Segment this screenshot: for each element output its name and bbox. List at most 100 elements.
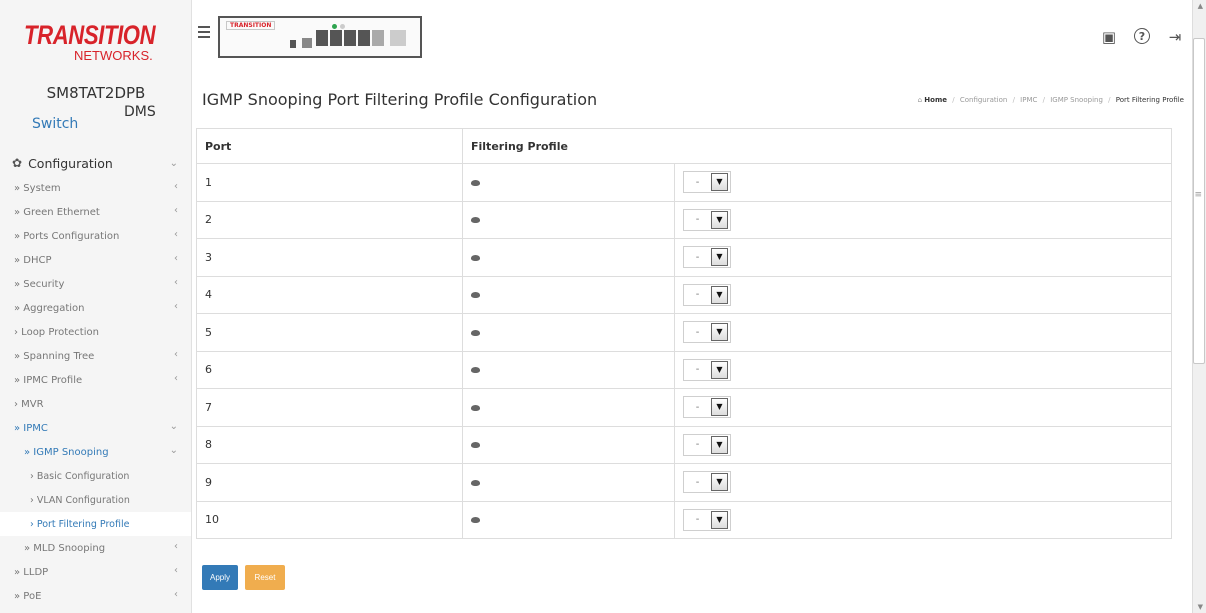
- sidebar-item[interactable]: » IGMP Snooping ⌄: [0, 440, 191, 464]
- apply-button[interactable]: Apply: [202, 565, 238, 590]
- table-row: 10 - ▼: [196, 500, 1172, 539]
- port-number: 8: [196, 425, 463, 464]
- dropdown-arrow-icon[interactable]: ▼: [711, 323, 728, 342]
- sidebar-item-label: › VLAN Configuration: [30, 494, 130, 506]
- filtering-profile-select[interactable]: - ▼: [683, 283, 731, 306]
- menu-section-label: Configuration: [28, 155, 113, 171]
- breadcrumb-igmp-snooping[interactable]: IGMP Snooping: [1050, 96, 1103, 104]
- filtering-profile-select[interactable]: - ▼: [683, 433, 731, 456]
- view-profile-icon[interactable]: [471, 217, 480, 224]
- dropdown-arrow-icon[interactable]: ▼: [711, 435, 728, 454]
- view-profile-icon[interactable]: [471, 329, 480, 336]
- scrollbar-thumb[interactable]: [1193, 38, 1205, 364]
- profile-select-cell: - ▼: [674, 388, 1172, 427]
- device-name: SM8TAT2DPB: [46, 84, 146, 102]
- select-value: -: [695, 514, 700, 526]
- sidebar-item[interactable]: » Security ‹: [0, 272, 191, 296]
- port-number: 1: [196, 163, 463, 202]
- filtering-profile-select[interactable]: - ▼: [683, 396, 731, 419]
- sidebar-item[interactable]: › MVR: [0, 392, 191, 416]
- sidebar-item-label: › Port Filtering Profile: [30, 518, 130, 530]
- view-profile-icon[interactable]: [471, 179, 480, 186]
- dropdown-arrow-icon[interactable]: ▼: [711, 398, 728, 417]
- chevron-icon: ‹: [174, 229, 178, 240]
- view-profile-icon[interactable]: [471, 367, 480, 374]
- scrollbar[interactable]: ▲ ≡ ▼: [1192, 0, 1206, 613]
- view-profile-icon[interactable]: [471, 517, 480, 524]
- sidebar-item[interactable]: › VLAN Configuration: [0, 488, 191, 512]
- breadcrumb-current: Port Filtering Profile: [1115, 96, 1184, 104]
- select-value: -: [695, 401, 700, 413]
- chevron-icon: ‹: [174, 589, 178, 600]
- tab-dms[interactable]: DMS: [124, 104, 156, 120]
- sidebar-item[interactable]: » DHCP ‹: [0, 248, 191, 272]
- view-profile-icon[interactable]: [471, 442, 480, 449]
- gear-icon: ✿: [12, 156, 23, 170]
- sidebar-item[interactable]: › Loop Protection: [0, 320, 191, 344]
- filtering-profile-select[interactable]: - ▼: [683, 171, 731, 194]
- profile-view-cell: [462, 463, 675, 502]
- sidebar-item[interactable]: » Ports Configuration ‹: [0, 224, 191, 248]
- sidebar-item[interactable]: » Aggregation ‹: [0, 296, 191, 320]
- table-row: 6 - ▼: [196, 350, 1172, 389]
- device-brand-label: TRANSITION: [226, 21, 276, 30]
- dropdown-arrow-icon[interactable]: ▼: [711, 510, 728, 529]
- sidebar: TRANSITION NETWORKS. SM8TAT2DPB Switch D…: [0, 0, 192, 613]
- sidebar-item[interactable]: » LLDP ‹: [0, 560, 191, 584]
- dropdown-arrow-icon[interactable]: ▼: [711, 248, 728, 267]
- nav-menu: ✿ Configuration ⌄ » System ‹» Green Ether…: [0, 150, 191, 608]
- dropdown-arrow-icon[interactable]: ▼: [711, 210, 728, 229]
- chevron-icon: ‹: [174, 277, 178, 288]
- sidebar-item[interactable]: » IPMC Profile ‹: [0, 368, 191, 392]
- filtering-profile-select[interactable]: - ▼: [683, 471, 731, 494]
- filtering-profile-select[interactable]: - ▼: [683, 208, 731, 231]
- sidebar-item[interactable]: » PoE ‹: [0, 584, 191, 608]
- header-filtering-profile: Filtering Profile: [462, 128, 1172, 164]
- sidebar-item[interactable]: » Green Ethernet ‹: [0, 200, 191, 224]
- sidebar-item[interactable]: › Port Filtering Profile: [0, 512, 191, 536]
- view-profile-icon[interactable]: [471, 254, 480, 261]
- breadcrumb-configuration[interactable]: Configuration: [960, 96, 1007, 104]
- select-value: -: [695, 214, 700, 226]
- sidebar-item-label: › Loop Protection: [14, 326, 99, 338]
- profile-select-cell: - ▼: [674, 313, 1172, 352]
- breadcrumb-ipmc[interactable]: IPMC: [1020, 96, 1037, 104]
- filtering-profile-select[interactable]: - ▼: [683, 358, 731, 381]
- scroll-up-icon[interactable]: ▲: [1198, 2, 1203, 10]
- reset-button[interactable]: Reset: [245, 565, 285, 590]
- port-number: 2: [196, 200, 463, 239]
- brand-logo[interactable]: TRANSITION NETWORKS.: [24, 20, 164, 70]
- sidebar-item[interactable]: » Spanning Tree ‹: [0, 344, 191, 368]
- sidebar-item-label: » System: [14, 182, 61, 194]
- tab-switch[interactable]: Switch: [32, 116, 78, 132]
- port-number: 4: [196, 275, 463, 314]
- filtering-profile-select[interactable]: - ▼: [683, 321, 731, 344]
- sidebar-item[interactable]: » IPMC ⌄: [0, 416, 191, 440]
- sidebar-item[interactable]: » MLD Snooping ‹: [0, 536, 191, 560]
- dropdown-arrow-icon[interactable]: ▼: [711, 360, 728, 379]
- filtering-profile-select[interactable]: - ▼: [683, 246, 731, 269]
- logo-top-text: TRANSITION: [24, 20, 156, 50]
- logout-icon[interactable]: ⇥: [1166, 28, 1184, 46]
- sidebar-item-label: » DHCP: [14, 254, 52, 266]
- dropdown-arrow-icon[interactable]: ▼: [711, 473, 728, 492]
- view-profile-icon[interactable]: [471, 404, 480, 411]
- chevron-icon: ⌄: [169, 445, 178, 456]
- filtering-profile-select[interactable]: - ▼: [683, 508, 731, 531]
- view-profile-icon[interactable]: [471, 479, 480, 486]
- port-number: 9: [196, 463, 463, 502]
- menu-section-configuration[interactable]: ✿ Configuration ⌄: [0, 150, 191, 176]
- sidebar-item[interactable]: › Basic Configuration: [0, 464, 191, 488]
- profile-select-cell: - ▼: [674, 463, 1172, 502]
- view-profile-icon[interactable]: [471, 292, 480, 299]
- help-icon[interactable]: ?: [1134, 28, 1150, 44]
- port-number: 10: [196, 500, 463, 539]
- dropdown-arrow-icon[interactable]: ▼: [711, 285, 728, 304]
- breadcrumb-home[interactable]: Home: [924, 96, 947, 104]
- dropdown-arrow-icon[interactable]: ▼: [711, 173, 728, 192]
- sidebar-item[interactable]: » System ‹: [0, 176, 191, 200]
- select-value: -: [695, 251, 700, 263]
- scroll-down-icon[interactable]: ▼: [1198, 603, 1203, 611]
- hamburger-menu-icon[interactable]: [198, 26, 210, 38]
- save-icon[interactable]: ▣: [1100, 28, 1118, 46]
